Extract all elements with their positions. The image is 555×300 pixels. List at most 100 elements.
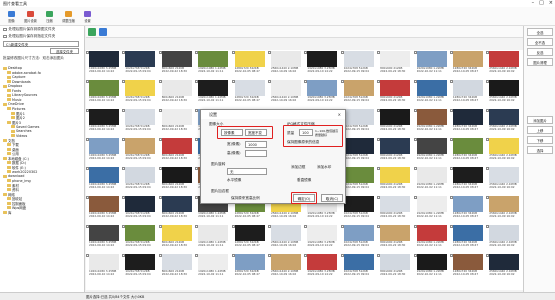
thumbnail-checkbox[interactable] <box>86 225 89 228</box>
close-icon[interactable]: × <box>549 1 553 6</box>
thumbnail-item[interactable]: 800x600 212KB 2022-09-22 18:30 <box>377 50 413 79</box>
thumbnail-checkbox[interactable] <box>486 225 490 228</box>
cancel-button[interactable]: 取消(C) <box>321 194 343 202</box>
thumbnail-item[interactable]: 1280x720 342KB2022-10-05 08:47 <box>231 253 268 282</box>
thumbnail-item[interactable]: 800x600 212KB 2022-09-22 18:30 <box>377 79 413 108</box>
thumbnail-checkbox[interactable] <box>486 138 490 141</box>
thumbnail-checkbox[interactable] <box>486 51 490 54</box>
thumbnail-checkbox[interactable] <box>267 80 271 83</box>
thumbnail-item[interactable]: 800x600 212KB 2022-09-22 18:30 <box>377 253 413 282</box>
thumbnail-item[interactable]: 1024x768 512KB 2022-09-15 09:04 <box>340 50 377 79</box>
thumbnail-checkbox[interactable] <box>377 138 381 141</box>
thumbnail-item[interactable]: 1920x1080 3.25MB2022-09-10 14:22 <box>304 79 340 108</box>
thumbnail-checkbox[interactable] <box>122 225 126 228</box>
thumbnail-item[interactable]: 800x600 212KB 2022-09-22 18:30 <box>377 224 413 253</box>
thumbnail-checkbox[interactable] <box>122 138 126 141</box>
thumbnail-item[interactable]: 1920x1080 3.25MB2022-09-10 14:22 <box>304 224 340 253</box>
thumbnail-checkbox[interactable] <box>195 254 199 257</box>
toolbar-settings-button[interactable]: 图片设置 <box>21 7 40 26</box>
thumbnail-checkbox[interactable] <box>449 254 453 257</box>
thumbnail-checkbox[interactable] <box>413 167 417 170</box>
thumbnail-checkbox[interactable] <box>122 254 126 257</box>
thumbnail-item[interactable]: 800x600 212KB 2022-09-22 18:30 <box>158 166 195 195</box>
thumbnail-checkbox[interactable] <box>377 80 381 83</box>
thumbnail-item[interactable]: 800x600 212KB 2022-09-22 18:30 <box>158 79 195 108</box>
right-button[interactable]: 选择 <box>527 146 553 154</box>
thumbnail-item[interactable]: 800x600 212KB 2022-09-22 18:30 <box>377 166 413 195</box>
thumbnail-item[interactable]: 1024x768 512KB 2022-09-15 09:04 <box>340 79 377 108</box>
thumbnail-checkbox[interactable] <box>486 109 490 112</box>
thumbnail-item[interactable]: 1920x1080 3.25MB2022-09-10 14:22 <box>304 50 340 79</box>
thumbnail-item[interactable]: 1024x768 512KB 2022-09-15 09:04 <box>122 50 158 79</box>
thumbnail-item[interactable]: 1920x1080 1.22MB2022-10-02 11:11 <box>413 166 450 195</box>
thumbnail-item[interactable]: 1280x720 342KB2022-10-05 08:47 <box>449 166 486 195</box>
thumbnail-item[interactable]: 2560x1440 2.10MB2022-10-09 16:02 <box>486 50 522 79</box>
thumbnail-item[interactable]: 1920x1080 1.22MB2022-10-02 11:11 <box>195 50 231 79</box>
option-save-original[interactable]: 处理后图片保存到原图文件夹 <box>0 26 84 33</box>
thumbnail-item[interactable]: 1024x768 512KB 2022-09-15 09:04 <box>122 253 158 282</box>
thumbnail-item[interactable]: 800x600 212KB 2022-09-22 18:30 <box>158 137 195 166</box>
thumbnail-checkbox[interactable] <box>413 51 417 54</box>
toolbar-compress-button[interactable]: 压缩 <box>40 7 59 26</box>
thumbnail-item[interactable]: 1280x720 342KB2022-10-05 08:47 <box>231 224 268 253</box>
dialog-close-icon[interactable]: × <box>338 110 341 119</box>
thumbnail-checkbox[interactable] <box>231 80 235 83</box>
radio-save-folder[interactable] <box>3 34 7 39</box>
thumbnail-checkbox[interactable] <box>267 254 271 257</box>
thumbnail-checkbox[interactable] <box>304 225 308 228</box>
thumbnail-checkbox[interactable] <box>413 80 417 83</box>
frame-option[interactable]: 添加边框 <box>291 165 305 170</box>
thumbnail-checkbox[interactable] <box>377 196 381 199</box>
thumbnail-checkbox[interactable] <box>449 51 453 54</box>
toolbar-open-button[interactable]: 图像 <box>2 7 21 26</box>
thumbnail-item[interactable]: 2560x1440 2.10MB2022-10-09 16:02 <box>486 195 522 224</box>
thumbnail-checkbox[interactable] <box>122 109 126 112</box>
thumbnail-item[interactable]: 1920x1080 1.22MB2022-10-02 11:11 <box>413 50 450 79</box>
thumbnail-item[interactable]: 1024x768 512KB 2022-09-15 09:04 <box>340 224 377 253</box>
mirror-option[interactable]: 水平镜像 <box>227 178 241 183</box>
thumbnail-item[interactable]: 800x600 212KB 2022-09-22 18:30 <box>158 224 195 253</box>
right-button[interactable]: 全不选 <box>527 38 553 46</box>
thumbnail-item[interactable]: 1920x1080 1.22MB2022-10-02 11:11 <box>413 253 450 282</box>
thumbnail-item[interactable]: 1920x1080 3.25MB2022-09-10 14:22 <box>86 195 122 224</box>
thumbnail-checkbox[interactable] <box>231 51 235 54</box>
thumbnail-checkbox[interactable] <box>413 225 417 228</box>
thumbnail-item[interactable]: 1024x768 512KB 2022-09-15 09:04 <box>340 166 377 195</box>
rotate-select[interactable]: 无 <box>227 168 267 175</box>
thumbnail-item[interactable]: 1024x768 512KB 2022-09-15 09:04 <box>122 195 158 224</box>
flip-option[interactable]: 垂直镜像 <box>297 178 311 183</box>
thumbnail-item[interactable]: 2560x1440 2.10MB2022-10-09 16:02 <box>267 79 304 108</box>
thumbnail-checkbox[interactable] <box>86 138 89 141</box>
thumbnail-item[interactable]: 1920x1080 3.25MB2022-09-10 14:22 <box>86 108 122 137</box>
thumbnail-item[interactable]: 1024x768 512KB 2022-09-15 09:04 <box>340 137 377 166</box>
thumbnail-checkbox[interactable] <box>377 167 381 170</box>
thumbnail-item[interactable]: 1280x720 342KB2022-10-05 08:47 <box>449 79 486 108</box>
thumbnail-item[interactable]: 1024x768 512KB 2022-09-15 09:04 <box>122 137 158 166</box>
watermark-option[interactable]: 添加水印 <box>317 165 331 170</box>
thumbnail-item[interactable]: 1280x720 342KB2022-10-05 08:47 <box>231 50 268 79</box>
thumbnail-checkbox[interactable] <box>304 51 308 54</box>
thumbnail-checkbox[interactable] <box>195 138 199 141</box>
thumbnail-checkbox[interactable] <box>86 80 89 83</box>
thumbnail-checkbox[interactable] <box>340 225 344 228</box>
thumbnail-checkbox[interactable] <box>267 51 271 54</box>
thumbnail-item[interactable]: 2560x1440 2.10MB2022-10-09 16:02 <box>267 224 304 253</box>
thumbnail-item[interactable]: 1024x768 512KB 2022-09-15 09:04 <box>340 195 377 224</box>
back-icon[interactable] <box>88 27 96 36</box>
thumbnail-item[interactable]: 1280x720 342KB2022-10-05 08:47 <box>449 50 486 79</box>
thumbnail-item[interactable]: 1920x1080 1.22MB2022-10-02 11:11 <box>413 108 450 137</box>
right-button[interactable]: 反选 <box>527 48 553 56</box>
thumbnail-item[interactable]: 1920x1080 1.22MB2022-10-02 11:11 <box>413 137 450 166</box>
toolbar-config-button[interactable]: 设置 <box>78 7 97 26</box>
thumbnail-checkbox[interactable] <box>86 254 89 257</box>
thumbnail-item[interactable]: 2560x1440 2.10MB2022-10-09 16:02 <box>267 50 304 79</box>
keep-ratio-option[interactable]: 保持原来宽高比例 <box>231 196 260 201</box>
thumbnail-item[interactable]: 800x600 212KB 2022-09-22 18:30 <box>377 137 413 166</box>
thumbnail-checkbox[interactable] <box>377 254 381 257</box>
thumbnail-checkbox[interactable] <box>413 109 417 112</box>
right-button[interactable]: 上移 <box>527 126 553 134</box>
thumbnail-checkbox[interactable] <box>86 167 89 170</box>
thumbnail-item[interactable]: 1280x720 342KB2022-10-05 08:47 <box>449 137 486 166</box>
thumbnail-item[interactable]: 1920x1080 3.25MB2022-09-10 14:22 <box>304 253 340 282</box>
thumbnail-checkbox[interactable] <box>195 196 199 199</box>
